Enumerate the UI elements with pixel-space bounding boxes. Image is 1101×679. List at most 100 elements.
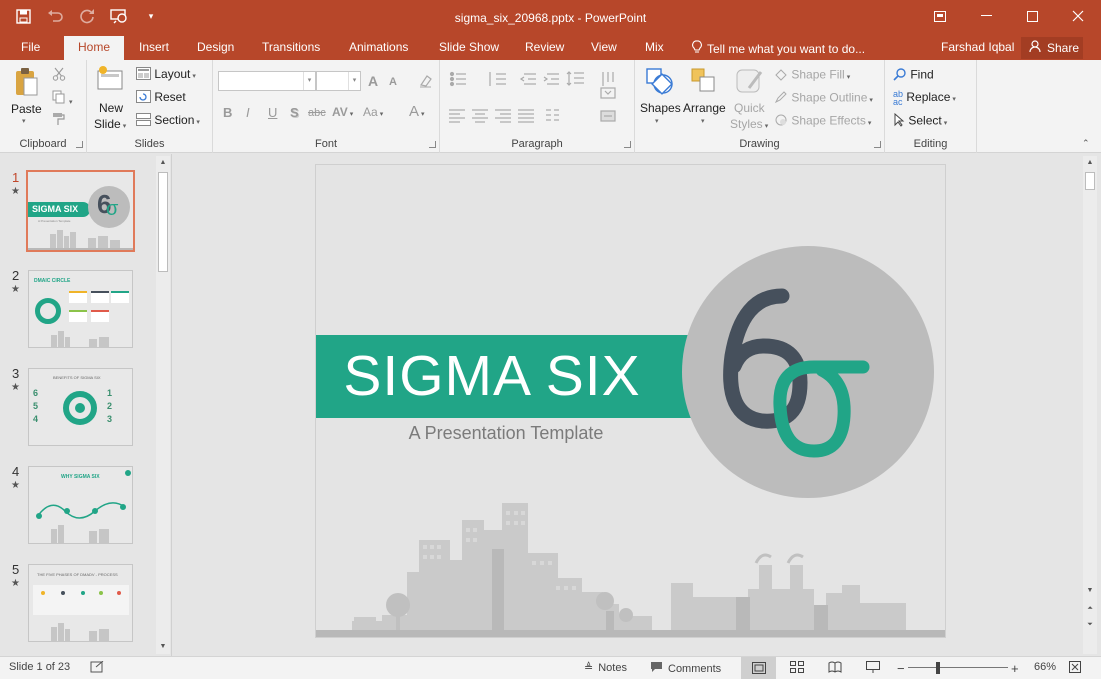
font-launcher-icon[interactable] xyxy=(429,141,436,148)
thumbnail-scrollbar[interactable]: ▲ ▼ xyxy=(156,156,170,654)
shadow-button[interactable]: S xyxy=(290,105,299,120)
tab-view[interactable]: View xyxy=(591,40,617,54)
drawing-label: Drawing xyxy=(739,138,780,150)
shape-outline-button[interactable]: Shape Outline ▾ xyxy=(774,90,873,107)
change-case-button[interactable]: Aa ▾ xyxy=(363,105,383,119)
zoom-level[interactable]: 66% xyxy=(1034,661,1056,673)
maximize-icon[interactable] xyxy=(1009,0,1055,32)
tell-me-box[interactable]: Tell me what you want to do... xyxy=(692,40,865,57)
scroll-up-icon[interactable]: ▲ xyxy=(1083,156,1097,170)
paragraph-launcher-icon[interactable] xyxy=(624,141,631,148)
paragraph-label: Paragraph xyxy=(511,138,563,150)
arrange-dropdown-icon[interactable]: ▾ xyxy=(701,117,705,125)
tab-insert[interactable]: Insert xyxy=(139,40,169,54)
replace-button[interactable]: ab ac Replace ▾ xyxy=(893,90,956,107)
select-button[interactable]: Select ▾ xyxy=(893,112,947,130)
cut-icon[interactable] xyxy=(52,67,66,84)
font-size-combo[interactable]: ▾ xyxy=(316,71,361,91)
tab-file[interactable]: File xyxy=(21,40,40,54)
section-button[interactable]: Section ▾ xyxy=(136,113,200,129)
editing-group: Find ab ac Replace ▾ Select ▾ Editing xyxy=(885,60,977,153)
thumbnail-slide-3[interactable]: 3 ★ BENEFITS OF SIGMA SIX 6 5 4 1 2 3 xyxy=(0,366,155,456)
notes-button[interactable]: ≜ Notes xyxy=(584,661,627,675)
character-spacing-button[interactable]: AV ▾ xyxy=(332,105,353,119)
slide-title[interactable]: SIGMA SIX xyxy=(316,343,668,409)
reset-button[interactable]: Reset xyxy=(136,90,186,106)
scroll-up-icon[interactable]: ▲ xyxy=(156,156,170,170)
thumbnail-slide-4[interactable]: 4 ★ WHY SIGMA SIX xyxy=(0,464,155,554)
underline-button[interactable]: U xyxy=(268,105,277,120)
editor-scrollbar[interactable]: ▲ ▼ ⏶ ⏷ xyxy=(1083,156,1097,654)
scroll-thumb[interactable] xyxy=(158,172,168,272)
arrange-button[interactable] xyxy=(689,66,719,99)
paste-dropdown-icon[interactable]: ▾ xyxy=(22,117,26,125)
zoom-slider[interactable] xyxy=(908,667,1008,668)
quick-styles-label-2: Styles ▾ xyxy=(730,117,769,131)
thumbnail-slide-2[interactable]: 2 ★ DMAIC CIRCLE xyxy=(0,268,155,358)
tab-review[interactable]: Review xyxy=(525,40,564,54)
new-slide-button[interactable] xyxy=(95,64,125,97)
slide-canvas[interactable]: SIGMA SIX A Presentation Template xyxy=(315,164,946,638)
tell-me-text: Tell me what you want to do... xyxy=(707,41,866,56)
font-size-dropdown-icon[interactable]: ▾ xyxy=(348,72,360,90)
thumbnail-slide-5[interactable]: 5 ★ THE FIVE PHASES OF DMADV - PROCESS xyxy=(0,562,155,652)
grow-font-button[interactable]: A xyxy=(368,73,378,89)
scroll-down-icon[interactable]: ▼ xyxy=(1083,584,1097,598)
paste-label: Paste xyxy=(11,102,42,116)
quick-styles-button[interactable] xyxy=(735,66,765,99)
shape-fill-button[interactable]: Shape Fill ▾ xyxy=(774,67,850,84)
bold-button[interactable]: B xyxy=(223,105,232,120)
layout-button[interactable]: Layout ▾ xyxy=(136,67,196,83)
shrink-font-button[interactable]: A xyxy=(389,76,397,88)
tab-mix[interactable]: Mix xyxy=(645,40,664,54)
italic-button[interactable]: I xyxy=(246,105,250,120)
tab-home[interactable]: Home xyxy=(64,36,125,60)
font-color-button[interactable]: A ▾ xyxy=(409,103,425,120)
collapse-ribbon-icon[interactable]: ⌃ xyxy=(1082,138,1090,149)
tab-transitions[interactable]: Transitions xyxy=(262,40,320,54)
spell-check-icon[interactable] xyxy=(90,661,104,674)
paste-button[interactable] xyxy=(10,66,42,101)
font-name-dropdown-icon[interactable]: ▾ xyxy=(303,72,315,90)
share-button[interactable]: Share xyxy=(1021,37,1083,59)
find-button[interactable]: Find xyxy=(893,67,934,84)
font-name-combo[interactable]: ▾ xyxy=(218,71,316,91)
strikethrough-button[interactable]: abc xyxy=(308,107,326,119)
next-slide-icon[interactable]: ⏷ xyxy=(1083,618,1097,632)
zoom-out-icon[interactable]: − xyxy=(897,661,905,676)
clear-formatting-icon[interactable] xyxy=(418,73,434,92)
fit-to-window-icon[interactable] xyxy=(1069,661,1081,673)
thumbnail-slide-1[interactable]: 1 ★ SIGMA SIX A Presentation Template 6 … xyxy=(0,170,155,260)
shape-effects-button[interactable]: Shape Effects ▾ xyxy=(774,113,871,130)
user-name[interactable]: Farshad Iqbal xyxy=(941,40,1014,54)
comments-button[interactable]: Comments xyxy=(650,661,721,676)
clipboard-launcher-icon[interactable] xyxy=(76,141,83,148)
reset-label: Reset xyxy=(154,90,186,105)
zoom-slider-thumb[interactable] xyxy=(936,662,940,674)
shapes-dropdown-icon[interactable]: ▾ xyxy=(655,117,659,125)
tab-slide-show[interactable]: Slide Show xyxy=(439,40,499,54)
tab-animations[interactable]: Animations xyxy=(349,40,408,54)
format-painter-icon[interactable] xyxy=(52,112,66,129)
slide-sorter-icon[interactable] xyxy=(790,661,804,673)
close-icon[interactable] xyxy=(1055,0,1101,32)
drawing-launcher-icon[interactable] xyxy=(874,141,881,148)
zoom-in-icon[interactable]: + xyxy=(1011,661,1019,676)
normal-view-button[interactable] xyxy=(741,657,776,679)
slide-editor: SIGMA SIX A Presentation Template ▲ ▼ ⏶ … xyxy=(173,154,1101,656)
change-case-label: Aa xyxy=(363,105,378,119)
slide-subtitle[interactable]: A Presentation Template xyxy=(356,423,656,444)
scroll-thumb[interactable] xyxy=(1085,172,1095,190)
ribbon-display-options-icon[interactable] xyxy=(917,0,963,32)
thumb-preview: DMAIC CIRCLE xyxy=(28,270,133,348)
thumb-preview: BENEFITS OF SIGMA SIX 6 5 4 1 2 3 xyxy=(28,368,133,446)
previous-slide-icon[interactable]: ⏶ xyxy=(1083,602,1097,616)
shapes-button[interactable] xyxy=(643,66,675,99)
slideshow-view-icon[interactable] xyxy=(866,661,880,673)
minimize-icon[interactable] xyxy=(963,0,1009,32)
scroll-down-icon[interactable]: ▼ xyxy=(156,640,170,654)
paragraph-group: Paragraph xyxy=(440,60,635,153)
copy-icon[interactable]: ▾ xyxy=(52,90,73,107)
tab-design[interactable]: Design xyxy=(197,40,234,54)
reading-view-icon[interactable] xyxy=(828,661,842,673)
